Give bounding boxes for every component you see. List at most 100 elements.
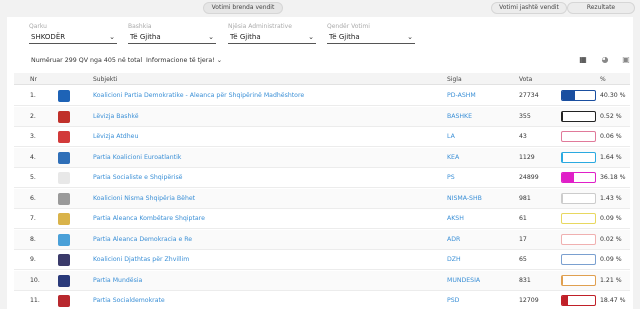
chevron-down-icon: ⌄ <box>109 33 115 41</box>
party-name-link[interactable]: Partia Aleanca Kombëtare Shqiptare <box>93 215 205 222</box>
party-logo-icon <box>58 254 70 266</box>
party-sigla-link[interactable]: KEA <box>447 154 459 161</box>
party-sigla-link[interactable]: MUNDESIA <box>447 277 480 284</box>
party-logo-icon <box>58 295 70 307</box>
table-view-icon[interactable]: ▦ <box>577 55 589 65</box>
party-sigla-link[interactable]: ADR <box>447 236 460 243</box>
filter-qender[interactable]: Qendër Votimi Të Gjitha ⌄ <box>327 23 415 44</box>
row-number: 5. <box>30 174 36 181</box>
party-sigla-link[interactable]: PS <box>447 174 455 181</box>
party-name-link[interactable]: Koalicioni Partia Demokratike - Aleanca … <box>93 92 304 99</box>
table-row[interactable]: 4. Partia Koalicioni Euroatlantik KEA 1129 1… <box>14 147 630 168</box>
vote-percent: 0.09 % <box>600 215 622 222</box>
row-number: 1. <box>30 92 36 99</box>
vote-percent: 0.02 % <box>600 235 622 243</box>
share-bar <box>561 295 596 306</box>
table-row[interactable]: 3. Lëvizja Atdheu LA 43 0.06 % <box>14 127 630 147</box>
table-row[interactable]: 9. Koalicioni Djathtas për Zhvillim DZH 65 0… <box>14 250 630 270</box>
table-row[interactable]: 8. Partia Aleanca Demokracia e Re ADR 17 0.0… <box>14 229 630 250</box>
party-sigla-link[interactable]: AKSH <box>447 215 464 222</box>
results-button[interactable]: Rezultate <box>567 2 635 14</box>
party-name-link[interactable]: Lëvizja Bashkë <box>93 113 139 120</box>
share-bar <box>561 151 596 163</box>
share-bar-fill <box>562 173 574 182</box>
share-bar <box>561 233 596 245</box>
party-logo-icon <box>58 90 70 102</box>
table-row[interactable]: 2. Lëvizja Bashkë BASHKE 355 0.52 % <box>14 106 630 127</box>
party-sigla-link[interactable]: LA <box>447 133 455 140</box>
results-panel: Qarku SHKODËR ⌄ Bashkia Të Gjitha ⌄ Njës… <box>7 17 633 309</box>
vote-count: 831 <box>519 276 531 284</box>
party-name-link[interactable]: Koalicioni Djathtas për Zhvillim <box>93 256 189 263</box>
filter-label: Bashkia <box>128 23 152 30</box>
share-bar-fill <box>562 152 563 162</box>
table-row[interactable]: 5. Partia Socialiste e Shqipërisë PS 24899 3… <box>14 168 630 188</box>
table-row[interactable]: 11. Partia Socialdemokrate PSD 12709 18.47 % <box>14 291 630 309</box>
party-name-link[interactable]: Partia Koalicioni Euroatlantik <box>93 154 181 161</box>
more-info-toggle[interactable]: Informacione të tjera! ⌄ <box>146 57 222 64</box>
party-name-link[interactable]: Partia Socialdemokrate <box>93 297 165 304</box>
party-sigla-link[interactable]: NISMA-SHB <box>447 195 482 202</box>
top-bar: Votimi brenda vendit Votimi jashtë vendi… <box>0 0 640 17</box>
filter-label: Qendër Votimi <box>327 23 370 30</box>
qender-select[interactable]: Të Gjitha ⌄ <box>327 32 415 44</box>
share-bar <box>561 90 596 101</box>
row-number: 7. <box>30 215 36 222</box>
party-name-link[interactable]: Partia Mundësia <box>93 277 142 284</box>
vote-percent: 1.64 % <box>600 153 622 161</box>
share-bar <box>561 172 596 183</box>
filter-qarku[interactable]: Qarku SHKODËR ⌄ <box>29 23 117 44</box>
table-row[interactable]: 6. Koalicioni Nisma Shqipëria Bëhet NISMA-… <box>14 188 630 209</box>
share-bar <box>561 274 596 286</box>
vote-count: 17 <box>519 235 527 243</box>
party-logo-icon <box>58 151 70 164</box>
vote-count: 65 <box>519 256 527 263</box>
row-number: 8. <box>30 235 36 243</box>
party-name-link[interactable]: Partia Aleanca Demokracia e Re <box>93 236 192 243</box>
party-logo-icon <box>58 192 70 205</box>
party-sigla-link[interactable]: PSD <box>447 297 459 304</box>
filter-value: SHKODËR <box>31 33 66 41</box>
qarku-select[interactable]: SHKODËR ⌄ <box>29 32 117 44</box>
table-row[interactable]: 1. Koalicioni Partia Demokratike - Aleanc… <box>14 86 630 106</box>
row-number: 4. <box>30 153 36 161</box>
pie-chart-icon[interactable]: ◕ <box>599 55 611 65</box>
party-name-link[interactable]: Lëvizja Atdheu <box>93 133 138 140</box>
share-bar <box>561 254 596 265</box>
col-vota: Vota <box>519 76 533 83</box>
vote-count: 355 <box>519 112 531 120</box>
party-logo-icon <box>58 110 70 123</box>
row-number: 2. <box>30 112 36 120</box>
bashkia-select[interactable]: Të Gjitha ⌄ <box>128 32 216 44</box>
vote-inside-button[interactable]: Votimi brenda vendit <box>203 2 283 14</box>
party-sigla-link[interactable]: DZH <box>447 256 461 263</box>
table-row[interactable]: 7. Partia Aleanca Kombëtare Shqiptare AKSH… <box>14 209 630 229</box>
party-name-link[interactable]: Koalicioni Nisma Shqipëria Bëhet <box>93 195 195 202</box>
party-logo-icon <box>58 213 70 225</box>
chevron-down-icon: ⌄ <box>208 33 214 41</box>
vote-percent: 36.18 % <box>600 174 626 181</box>
vote-count: 981 <box>519 194 531 202</box>
count-text: Numëruar 299 QV nga 405 në total <box>31 57 143 64</box>
share-bar <box>561 110 596 122</box>
vote-count: 61 <box>519 215 527 222</box>
table-row[interactable]: 10. Partia Mundësia MUNDESIA 831 1.21 % <box>14 270 630 291</box>
vote-percent: 18.47 % <box>600 297 626 304</box>
vote-percent: 0.09 % <box>600 256 622 263</box>
vote-percent: 1.43 % <box>600 194 622 202</box>
share-bar-fill <box>562 296 569 305</box>
party-sigla-link[interactable]: PD-ASHM <box>447 92 476 99</box>
row-number: 11. <box>30 297 40 304</box>
filter-njesia[interactable]: Njësia Administrative Të Gjitha ⌄ <box>228 23 316 44</box>
vote-outside-button[interactable]: Votimi jashtë vendit <box>491 2 567 14</box>
bar-chart-icon[interactable]: ▣ <box>620 55 632 65</box>
party-name-link[interactable]: Partia Socialiste e Shqipërisë <box>93 174 182 181</box>
filter-bashkia[interactable]: Bashkia Të Gjitha ⌄ <box>128 23 216 44</box>
filter-value: Të Gjitha <box>329 33 360 41</box>
njesia-select[interactable]: Të Gjitha ⌄ <box>228 32 316 44</box>
chevron-down-icon: ⌄ <box>407 33 413 41</box>
party-logo-icon <box>58 274 70 287</box>
vote-count: 12709 <box>519 297 539 304</box>
party-sigla-link[interactable]: BASHKE <box>447 113 472 120</box>
vote-count: 27734 <box>519 92 539 99</box>
